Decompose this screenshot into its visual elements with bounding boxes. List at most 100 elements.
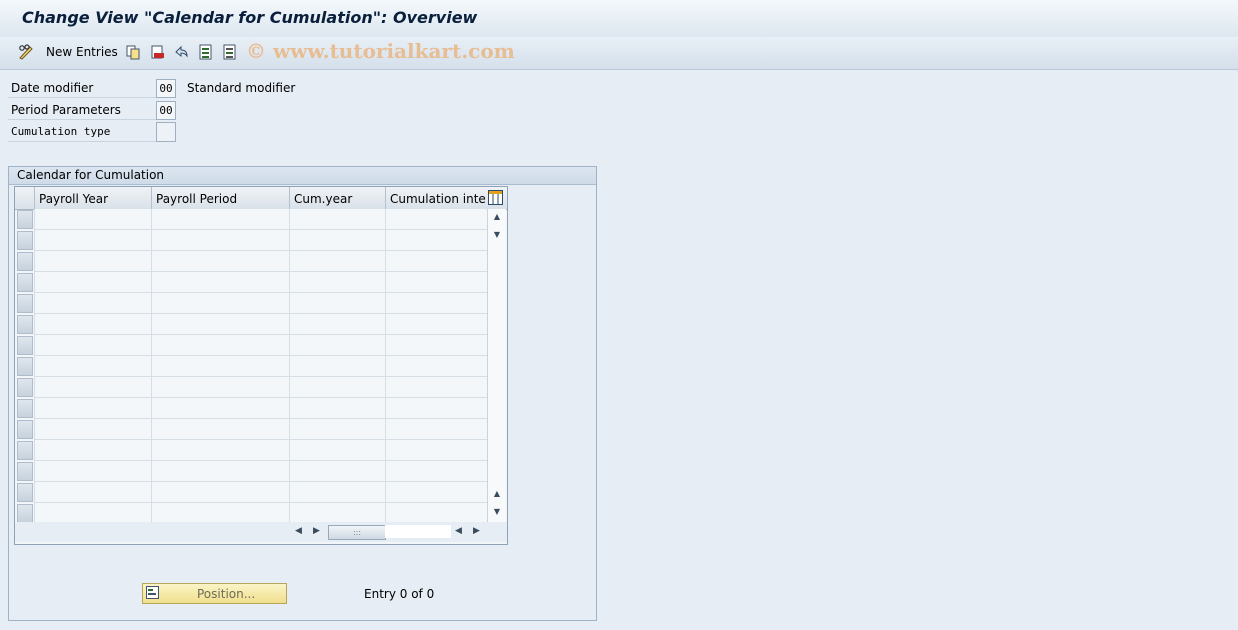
column-header-cumulation-interval[interactable]: Cumulation inte (385, 187, 487, 209)
table-row[interactable] (15, 482, 487, 503)
table-cell[interactable] (34, 230, 152, 251)
table-cell[interactable] (34, 377, 152, 398)
table-cell[interactable] (289, 398, 386, 419)
row-selector[interactable] (17, 357, 33, 376)
vertical-scrollbar[interactable]: ▲ ▼ ▲ ▼ (487, 209, 506, 522)
table-cell[interactable] (385, 377, 487, 398)
table-cell[interactable] (385, 314, 487, 335)
table-cell[interactable] (385, 251, 487, 272)
table-cell[interactable] (34, 209, 152, 230)
table-cell[interactable] (34, 440, 152, 461)
table-row[interactable] (15, 356, 487, 377)
horizontal-scroll-track[interactable] (385, 525, 451, 538)
table-row[interactable] (15, 440, 487, 461)
table-row[interactable] (15, 314, 487, 335)
row-selector[interactable] (17, 399, 33, 418)
table-cell[interactable] (385, 482, 487, 503)
table-cell[interactable] (151, 440, 290, 461)
table-cell[interactable] (34, 314, 152, 335)
table-cell[interactable] (34, 398, 152, 419)
table-cell[interactable] (151, 377, 290, 398)
table-cell[interactable] (385, 272, 487, 293)
table-row[interactable] (15, 272, 487, 293)
table-cell[interactable] (289, 230, 386, 251)
table-cell[interactable] (385, 293, 487, 314)
row-selector[interactable] (17, 420, 33, 439)
table-cell[interactable] (289, 440, 386, 461)
row-selector[interactable] (17, 336, 33, 355)
row-selector[interactable] (17, 462, 33, 481)
delete-icon[interactable] (150, 44, 166, 60)
row-selector[interactable] (17, 273, 33, 292)
table-cell[interactable] (151, 293, 290, 314)
table-cell[interactable] (151, 461, 290, 482)
table-cell[interactable] (385, 419, 487, 440)
row-selector[interactable] (17, 504, 33, 523)
table-cell[interactable] (34, 251, 152, 272)
select-all-icon[interactable] (198, 44, 214, 60)
table-row[interactable] (15, 230, 487, 251)
row-selector[interactable] (17, 231, 33, 250)
period-parameters-field[interactable]: 00 (156, 101, 176, 120)
position-button[interactable]: Position... (142, 583, 287, 604)
row-selector[interactable] (17, 483, 33, 502)
table-row[interactable] (15, 377, 487, 398)
row-selector[interactable] (17, 378, 33, 397)
table-row[interactable] (15, 398, 487, 419)
table-cell[interactable] (151, 503, 290, 524)
row-selector[interactable] (17, 441, 33, 460)
scroll-up-icon[interactable]: ▲ (492, 212, 502, 222)
table-cell[interactable] (385, 335, 487, 356)
table-cell[interactable] (151, 356, 290, 377)
table-cell[interactable] (289, 251, 386, 272)
table-cell[interactable] (385, 209, 487, 230)
cumulation-type-field[interactable] (156, 122, 176, 142)
table-cell[interactable] (34, 272, 152, 293)
table-cell[interactable] (385, 230, 487, 251)
row-selector[interactable] (17, 315, 33, 334)
column-header-cum-year[interactable]: Cum.year (289, 187, 386, 209)
table-cell[interactable] (151, 272, 290, 293)
table-cell[interactable] (151, 251, 290, 272)
table-cell[interactable] (289, 293, 386, 314)
table-cell[interactable] (34, 293, 152, 314)
table-cell[interactable] (34, 503, 152, 524)
horizontal-scrollbar[interactable]: ◀ ▶ ::: ◀ ▶ (15, 522, 507, 542)
table-cell[interactable] (385, 356, 487, 377)
scroll-right-end-icon[interactable]: ▶ (473, 526, 480, 536)
pencil-glasses-icon[interactable] (18, 44, 34, 60)
table-row[interactable] (15, 335, 487, 356)
scroll-left-end-icon[interactable]: ◀ (455, 526, 462, 536)
scroll-down-icon[interactable]: ▼ (492, 507, 502, 517)
row-selector[interactable] (17, 294, 33, 313)
table-cell[interactable] (385, 461, 487, 482)
table-cell[interactable] (34, 461, 152, 482)
table-cell[interactable] (34, 419, 152, 440)
column-header-payroll-year[interactable]: Payroll Year (34, 187, 152, 209)
new-entries-button[interactable]: New Entries (46, 45, 118, 59)
column-header-payroll-period[interactable]: Payroll Period (151, 187, 290, 209)
table-cell[interactable] (151, 419, 290, 440)
page-up-icon[interactable]: ▲ (492, 489, 502, 499)
table-cell[interactable] (151, 209, 290, 230)
table-cell[interactable] (34, 356, 152, 377)
table-cell[interactable] (34, 482, 152, 503)
select-all-rows-corner[interactable] (15, 187, 35, 209)
table-cell[interactable] (289, 461, 386, 482)
table-cell[interactable] (385, 440, 487, 461)
table-cell[interactable] (151, 482, 290, 503)
undo-icon[interactable] (173, 44, 189, 60)
table-cell[interactable] (34, 335, 152, 356)
table-cell[interactable] (289, 335, 386, 356)
table-row[interactable] (15, 419, 487, 440)
table-cell[interactable] (289, 419, 386, 440)
table-row[interactable] (15, 209, 487, 230)
table-cell[interactable] (289, 356, 386, 377)
row-selector[interactable] (17, 210, 33, 229)
table-cell[interactable] (289, 272, 386, 293)
table-cell[interactable] (385, 398, 487, 419)
row-selector[interactable] (17, 252, 33, 271)
table-row[interactable] (15, 503, 487, 524)
table-row[interactable] (15, 461, 487, 482)
table-cell[interactable] (289, 377, 386, 398)
